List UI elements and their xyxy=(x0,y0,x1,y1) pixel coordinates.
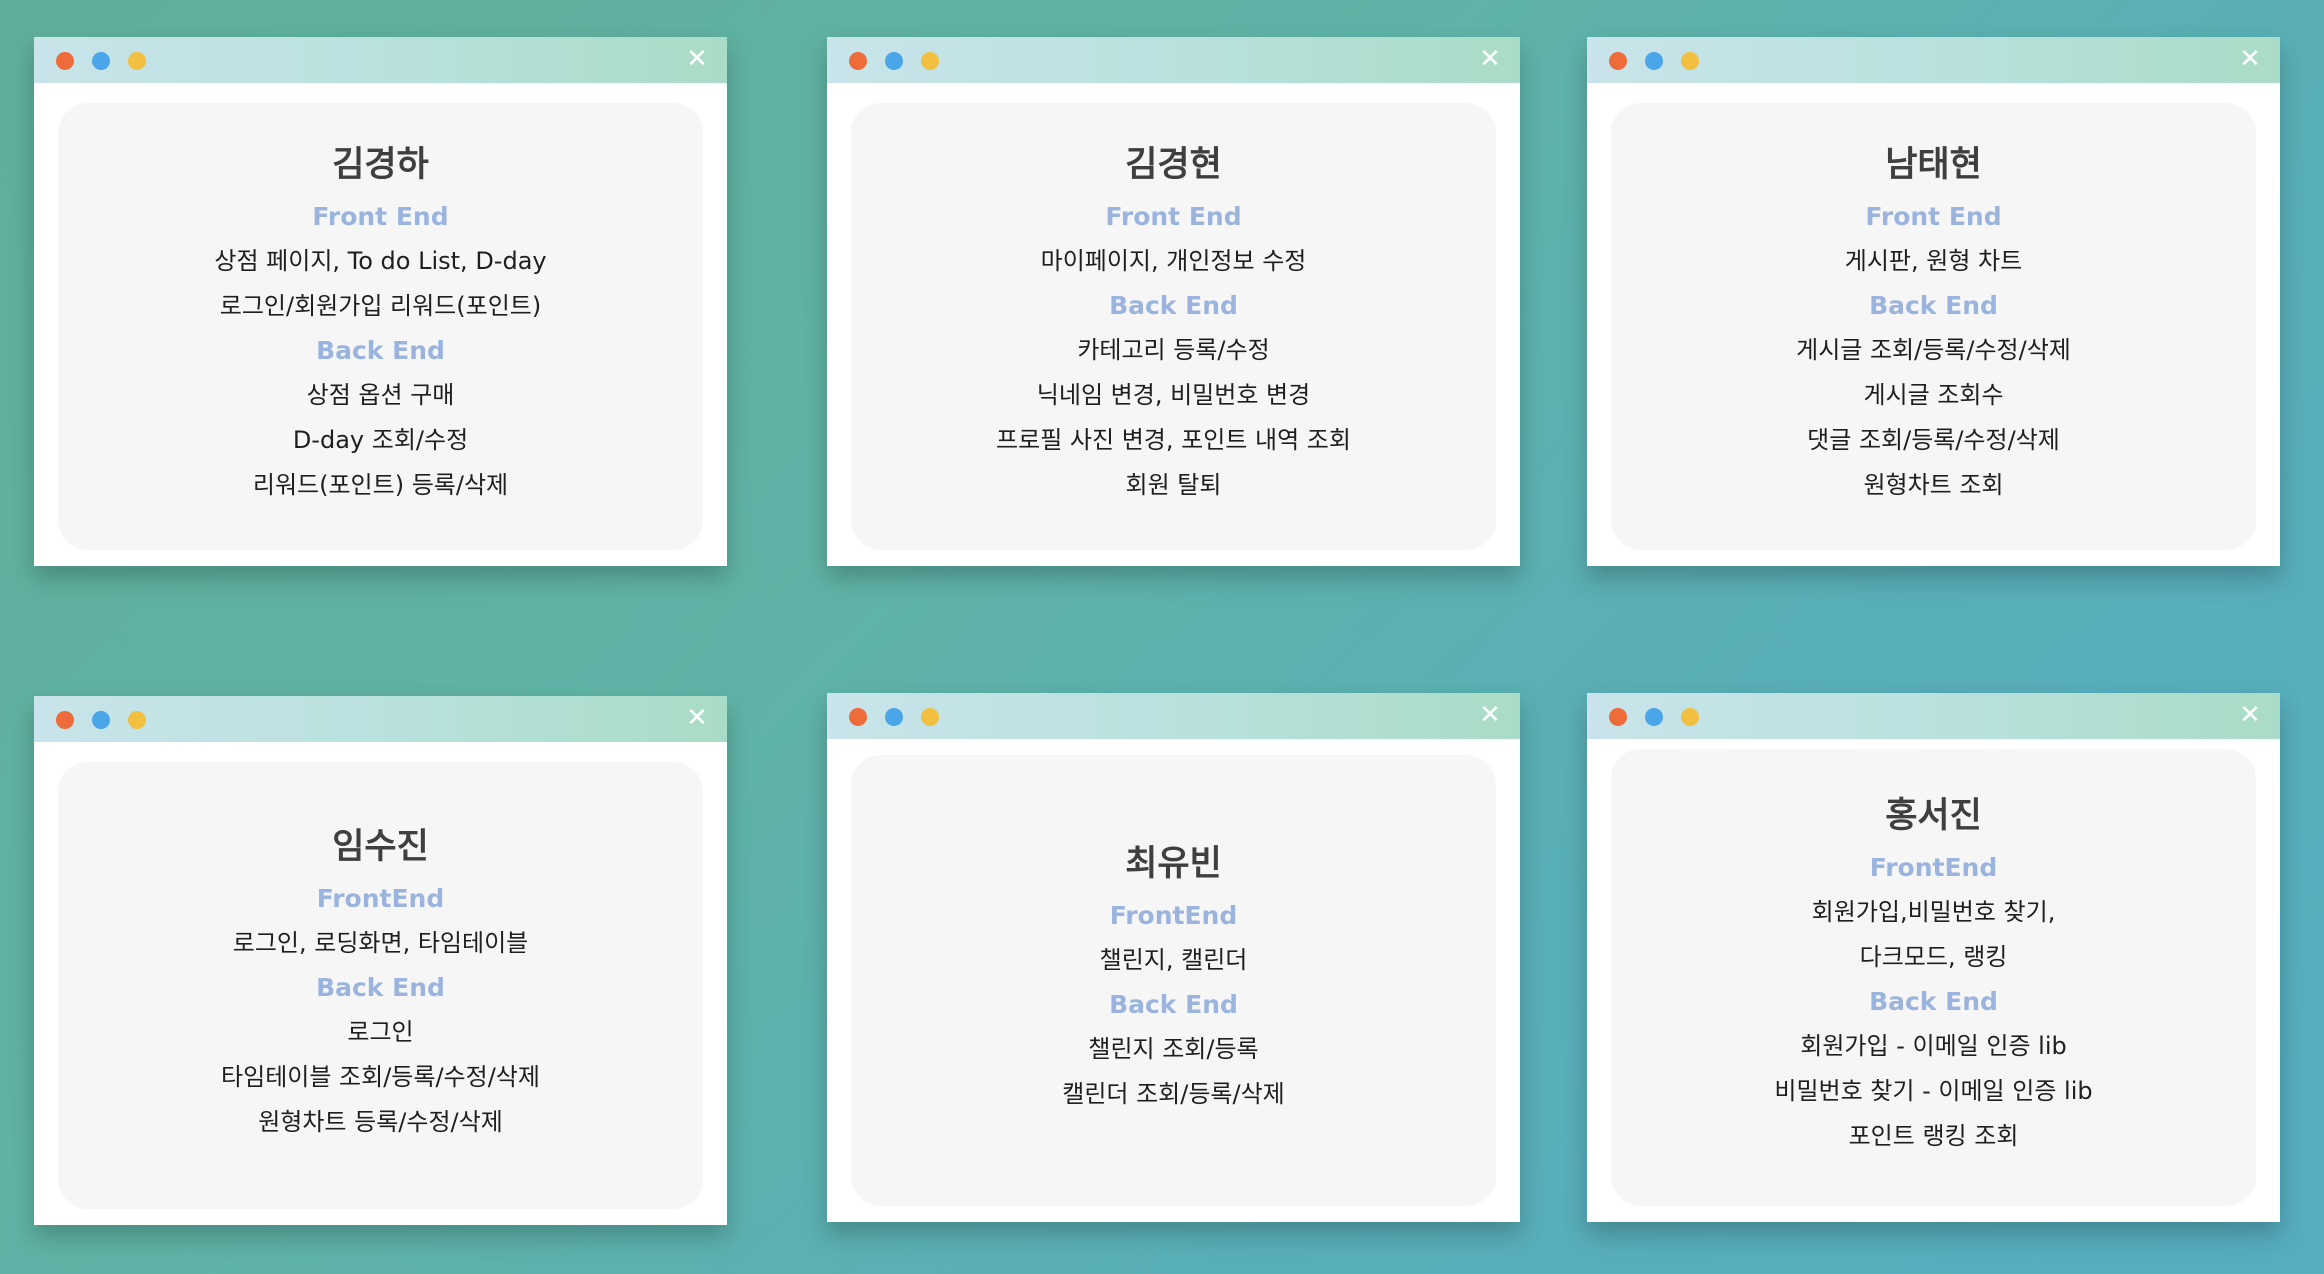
back-end-item: 캘린더 조회/등록/삭제 xyxy=(1062,1080,1285,1108)
window-yellow-dot[interactable] xyxy=(128,52,146,70)
window-titlebar: ✕ xyxy=(1587,37,2280,83)
back-end-item: 챌린지 조회/등록 xyxy=(1088,1035,1259,1063)
front-end-label: FrontEnd xyxy=(1869,853,1998,882)
front-end-item: 로그인, 로딩화면, 타임테이블 xyxy=(232,928,529,957)
back-end-item: 리워드(포인트) 등록/삭제 xyxy=(252,471,509,499)
back-end-item: 프로필 사진 변경, 포인트 내역 조회 xyxy=(996,426,1351,454)
member-window: ✕ 김경하 Front End 상점 페이지, To do List, D-da… xyxy=(34,37,727,566)
member-name: 김경하 xyxy=(332,145,429,185)
back-end-label: Back End xyxy=(1109,291,1238,320)
window-blue-dot[interactable] xyxy=(1645,708,1663,726)
back-end-item: 원형차트 등록/수정/삭제 xyxy=(258,1107,503,1136)
close-icon[interactable]: ✕ xyxy=(685,705,709,731)
back-end-item: 로그인 xyxy=(347,1017,414,1046)
back-end-item: 상점 옵션 구매 xyxy=(306,381,455,409)
window-blue-dot[interactable] xyxy=(885,708,903,726)
window-yellow-dot[interactable] xyxy=(1681,708,1699,726)
back-end-item: 카테고리 등록/수정 xyxy=(1077,336,1270,364)
window-titlebar: ✕ xyxy=(827,693,1520,739)
member-name: 홍서진 xyxy=(1885,796,1982,836)
front-end-item: 상점 페이지, To do List, D-day xyxy=(214,247,547,275)
window-titlebar: ✕ xyxy=(827,37,1520,83)
front-end-item: 로그인/회원가입 리워드(포인트) xyxy=(219,292,542,320)
front-end-label: FrontEnd xyxy=(316,883,445,913)
member-card: 김경하 Front End 상점 페이지, To do List, D-day … xyxy=(58,103,703,550)
back-end-item: 게시글 조회수 xyxy=(1863,381,2004,409)
back-end-label: Back End xyxy=(1869,987,1998,1016)
back-end-item: 타임테이블 조회/등록/수정/삭제 xyxy=(221,1062,540,1091)
window-red-dot[interactable] xyxy=(1609,708,1627,726)
window-blue-dot[interactable] xyxy=(885,52,903,70)
back-end-item: 닉네임 변경, 비밀번호 변경 xyxy=(1036,381,1311,409)
member-name: 최유빈 xyxy=(1125,844,1222,884)
member-window: ✕ 최유빈 FrontEnd 챌린지, 캘린더 Back End 챌린지 조회/… xyxy=(827,693,1520,1222)
window-titlebar: ✕ xyxy=(1587,693,2280,739)
back-end-item: D-day 조회/수정 xyxy=(292,426,469,454)
close-icon[interactable]: ✕ xyxy=(685,46,709,72)
back-end-item: 회원 탈퇴 xyxy=(1125,471,1222,499)
front-end-item: 챌린지, 캘린더 xyxy=(1099,946,1248,974)
member-name: 김경현 xyxy=(1125,145,1222,185)
front-end-label: FrontEnd xyxy=(1109,901,1238,930)
window-blue-dot[interactable] xyxy=(92,52,110,70)
member-window: ✕ 홍서진 FrontEnd 회원가입,비밀번호 찾기, 다크모드, 랭킹 Ba… xyxy=(1587,693,2280,1222)
window-blue-dot[interactable] xyxy=(92,711,110,729)
member-name: 임수진 xyxy=(332,826,429,867)
front-end-label: Front End xyxy=(1865,202,2002,231)
window-yellow-dot[interactable] xyxy=(1681,52,1699,70)
front-end-label: Front End xyxy=(1105,202,1242,231)
back-end-item: 회원가입 - 이메일 인증 lib xyxy=(1800,1032,2067,1060)
window-red-dot[interactable] xyxy=(849,708,867,726)
close-icon[interactable]: ✕ xyxy=(1478,46,1502,72)
member-card: 김경현 Front End 마이페이지, 개인정보 수정 Back End 카테… xyxy=(851,103,1496,550)
member-card: 최유빈 FrontEnd 챌린지, 캘린더 Back End 챌린지 조회/등록… xyxy=(851,755,1496,1206)
member-window: ✕ 김경현 Front End 마이페이지, 개인정보 수정 Back End … xyxy=(827,37,1520,566)
back-end-item: 포인트 랭킹 조회 xyxy=(1848,1122,2019,1150)
member-card: 임수진 FrontEnd 로그인, 로딩화면, 타임테이블 Back End 로… xyxy=(58,762,703,1209)
front-end-item: 회원가입,비밀번호 찾기, xyxy=(1811,898,2056,926)
close-icon[interactable]: ✕ xyxy=(2238,46,2262,72)
window-red-dot[interactable] xyxy=(56,711,74,729)
back-end-label: Back End xyxy=(316,972,445,1002)
window-yellow-dot[interactable] xyxy=(921,52,939,70)
window-yellow-dot[interactable] xyxy=(128,711,146,729)
close-icon[interactable]: ✕ xyxy=(2238,702,2262,728)
back-end-item: 게시글 조회/등록/수정/삭제 xyxy=(1796,336,2071,364)
front-end-label: Front End xyxy=(312,202,449,231)
window-red-dot[interactable] xyxy=(849,52,867,70)
window-blue-dot[interactable] xyxy=(1645,52,1663,70)
back-end-label: Back End xyxy=(1869,291,1998,320)
window-titlebar: ✕ xyxy=(34,37,727,83)
back-end-label: Back End xyxy=(316,336,445,365)
back-end-item: 원형차트 조회 xyxy=(1863,471,2004,499)
member-card: 남태현 Front End 게시판, 원형 차트 Back End 게시글 조회… xyxy=(1611,103,2256,550)
front-end-item: 마이페이지, 개인정보 수정 xyxy=(1040,247,1307,275)
window-red-dot[interactable] xyxy=(1609,52,1627,70)
front-end-item: 게시판, 원형 차트 xyxy=(1844,247,2023,275)
close-icon[interactable]: ✕ xyxy=(1478,702,1502,728)
back-end-item: 댓글 조회/등록/수정/삭제 xyxy=(1807,426,2060,454)
window-yellow-dot[interactable] xyxy=(921,708,939,726)
back-end-item: 비밀번호 찾기 - 이메일 인증 lib xyxy=(1774,1077,2093,1105)
back-end-label: Back End xyxy=(1109,990,1238,1019)
front-end-item: 다크모드, 랭킹 xyxy=(1859,943,2008,971)
member-window: ✕ 남태현 Front End 게시판, 원형 차트 Back End 게시글 … xyxy=(1587,37,2280,566)
member-name: 남태현 xyxy=(1885,145,1982,185)
member-card: 홍서진 FrontEnd 회원가입,비밀번호 찾기, 다크모드, 랭킹 Back… xyxy=(1611,749,2256,1206)
member-window: ✕ 임수진 FrontEnd 로그인, 로딩화면, 타임테이블 Back End… xyxy=(34,696,727,1225)
window-titlebar: ✕ xyxy=(34,696,727,742)
window-red-dot[interactable] xyxy=(56,52,74,70)
